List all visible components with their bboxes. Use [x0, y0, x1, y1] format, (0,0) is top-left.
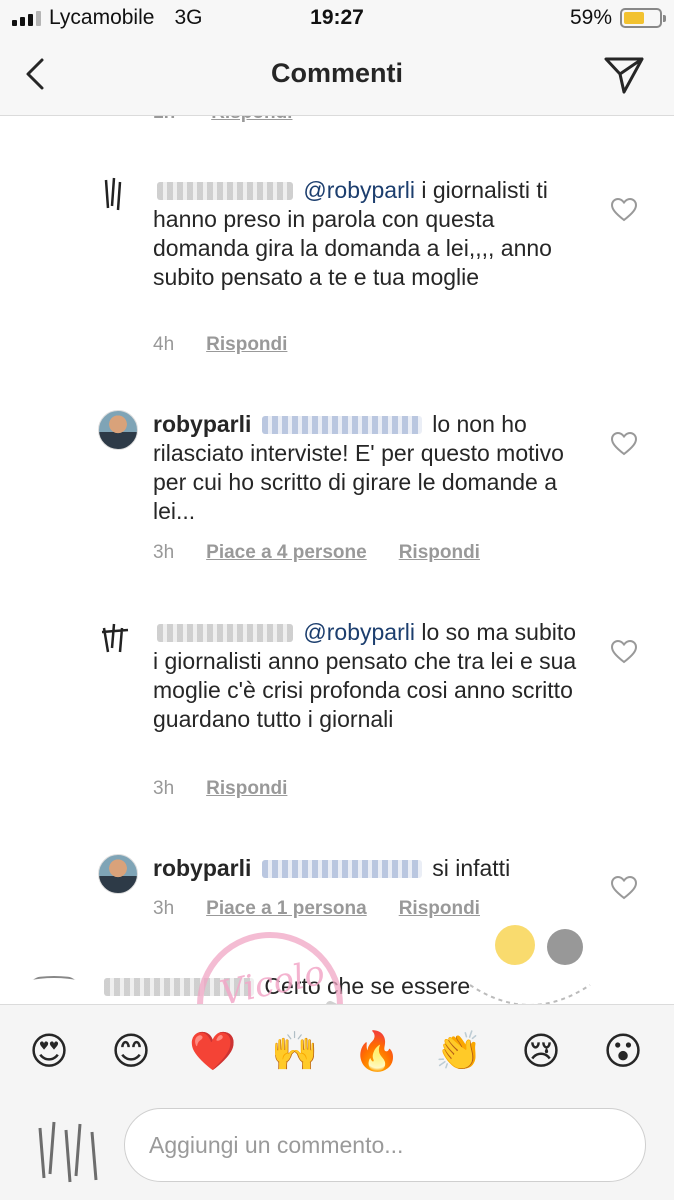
comment-meta: 3h Rispondi — [153, 778, 287, 800]
comment-text: @robyparli i giornalisti ti hanno preso … — [153, 176, 583, 292]
paper-plane-icon[interactable] — [602, 54, 646, 96]
red-heart-emoji[interactable]: ❤️ — [189, 1029, 237, 1073]
comment-composer — [0, 1096, 674, 1200]
avatar[interactable] — [98, 410, 138, 450]
comment-meta: 4h Rispondi — [153, 334, 287, 356]
avatar[interactable] — [24, 974, 84, 1004]
comments-list[interactable]: 1hRispondi @robyparli i giornalisti ti h… — [0, 116, 674, 1004]
redacted-mention — [261, 860, 422, 878]
comment-text: Certo che se essere — [100, 972, 600, 1001]
comment-time: 3h — [153, 542, 175, 563]
heart-icon[interactable] — [611, 432, 637, 456]
status-right: 59% — [569, 6, 666, 30]
comment-username[interactable]: robyparli — [153, 411, 251, 437]
comment-input[interactable] — [125, 1109, 645, 1181]
avatar[interactable] — [98, 618, 138, 658]
redacted-username — [104, 978, 254, 996]
reply-link[interactable]: Rispondi — [399, 542, 480, 564]
avatar[interactable] — [98, 854, 138, 894]
status-bar: Lycamobile 3G 19:27 59% — [0, 0, 674, 38]
redacted-username — [157, 182, 293, 200]
page-title: Commenti — [270, 58, 403, 88]
heart-icon[interactable] — [611, 198, 637, 222]
emoji-quick-bar: 😍 😊 ❤️ 🙌 🔥 👏 😢 😮 — [0, 1004, 674, 1096]
fire-emoji[interactable]: 🔥 — [353, 1029, 401, 1073]
comment-meta: 3h Piace a 4 persone Rispondi — [153, 542, 480, 564]
mention-link[interactable]: @robyparli — [303, 619, 415, 645]
mention-link[interactable]: @robyparli — [303, 177, 415, 203]
comment-body: si infatti — [432, 855, 511, 881]
surprised-emoji[interactable]: 😮 — [599, 1029, 647, 1073]
avatar — [38, 1121, 98, 1183]
likes-link[interactable]: Piace a 1 persona — [206, 898, 367, 920]
comment-text: robyparli lo non ho rilasciato intervist… — [153, 410, 583, 526]
comment-username[interactable]: robyparli — [153, 855, 251, 881]
comment-time: 3h — [153, 898, 175, 919]
comment-text: robyparli si infatti — [153, 854, 583, 883]
comment-input-wrapper[interactable] — [124, 1108, 646, 1182]
comment-time: 3h — [153, 778, 175, 799]
heart-eyes-emoji[interactable]: 😍 — [25, 1029, 73, 1073]
comment-time: 4h — [153, 334, 175, 355]
battery-fill — [624, 12, 645, 24]
reply-link[interactable]: Rispondi — [206, 778, 287, 800]
previous-comment-meta: 1hRispondi — [153, 116, 292, 124]
redacted-username — [157, 624, 293, 642]
nav-header: Commenti — [0, 38, 674, 116]
clapping-emoji[interactable]: 👏 — [435, 1029, 483, 1073]
comment-text: @robyparli lo so ma subito i giornalisti… — [153, 618, 583, 734]
battery-percent: 59% — [569, 6, 612, 29]
comment-body: Certo che se essere — [264, 973, 471, 999]
reply-link[interactable]: Rispondi — [399, 898, 480, 920]
battery-icon — [620, 8, 666, 28]
avatar[interactable] — [98, 174, 138, 214]
heart-icon[interactable] — [611, 640, 637, 664]
reply-link[interactable]: Rispondi — [206, 334, 287, 356]
raised-hands-emoji[interactable]: 🙌 — [271, 1029, 319, 1073]
crying-emoji[interactable]: 😢 — [517, 1029, 565, 1073]
redacted-mention — [261, 416, 422, 434]
likes-link[interactable]: Piace a 4 persone — [206, 542, 367, 564]
comment-meta: 3h Piace a 1 persona Rispondi — [153, 898, 480, 920]
smile-emoji[interactable]: 😊 — [107, 1029, 155, 1073]
heart-icon[interactable] — [611, 876, 637, 900]
